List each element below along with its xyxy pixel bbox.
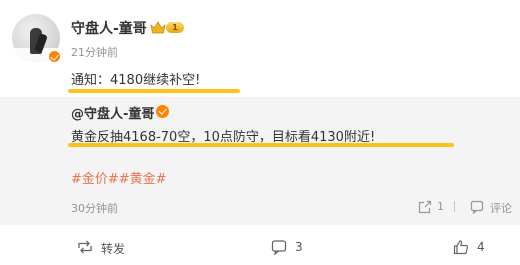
repost-author[interactable]: @守盘人-童哥: [71, 103, 154, 122]
highlight-mark: [68, 89, 240, 93]
comment-icon: [271, 240, 287, 255]
crown-level-icon[interactable]: 1: [150, 20, 184, 35]
repost-time[interactable]: 30分钟前: [71, 200, 118, 216]
repost-comment-label[interactable]: 评论: [490, 200, 512, 216]
repost-share-count: 1: [437, 200, 444, 213]
comment-count: 3: [295, 240, 303, 254]
comment-button[interactable]: 3: [271, 239, 311, 255]
post-time[interactable]: 21分钟前: [71, 44, 118, 60]
repost-label: 转发: [101, 242, 126, 256]
verified-icon: [48, 50, 61, 63]
author-name[interactable]: 守盘人-童哥: [71, 18, 147, 38]
level-badge: 1: [166, 22, 184, 33]
divider: [454, 201, 455, 212]
verified-icon: [156, 105, 169, 118]
repost-icon: [78, 240, 92, 254]
like-icon: [453, 240, 469, 255]
comment-icon[interactable]: [470, 200, 484, 214]
like-button[interactable]: 4: [453, 239, 493, 255]
post-text: 通知：4180继续补空!: [71, 73, 201, 88]
crown-icon: [150, 21, 166, 34]
topic-tags[interactable]: #金价##黄金#: [71, 168, 167, 187]
like-count: 4: [477, 240, 485, 254]
highlight-mark: [68, 143, 454, 147]
repost-button[interactable]: 转发: [77, 239, 137, 256]
share-icon[interactable]: [418, 200, 432, 214]
